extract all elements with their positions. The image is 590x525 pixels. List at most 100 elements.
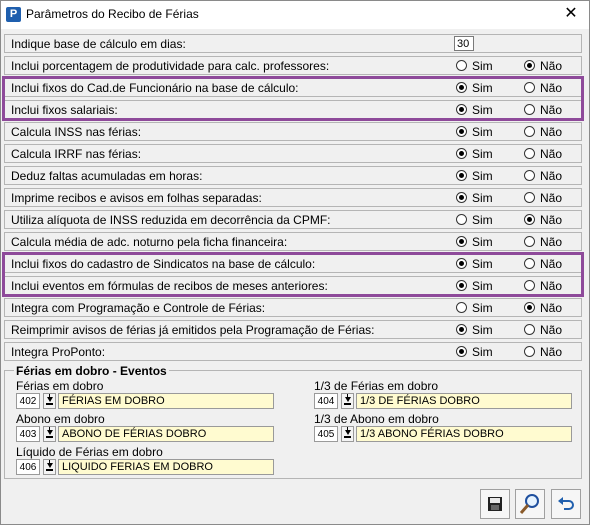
undo-icon	[558, 497, 574, 510]
row-label: Deduz faltas acumuladas em horas:	[11, 169, 203, 183]
terco-abono-dobro-code[interactable]: 405	[314, 426, 338, 442]
row-label: Integra ProPonto:	[11, 345, 106, 359]
magnifier-icon	[519, 494, 539, 514]
radio-label: Não	[540, 235, 563, 249]
row-label: Imprime recibos e avisos em folhas separ…	[11, 191, 262, 205]
row-label: Inclui eventos em fórmulas de recibos de…	[11, 279, 328, 293]
radio-label: Sim	[472, 235, 493, 249]
download-icon[interactable]	[43, 393, 56, 409]
row-label: Calcula média de adc. noturno pela ficha…	[11, 235, 288, 249]
radio-label: Não	[540, 81, 563, 95]
radio-circle	[524, 148, 535, 159]
row-label: Calcula IRRF nas férias:	[11, 147, 142, 161]
option-row: Calcula INSS nas férias: Sim Não	[4, 122, 582, 141]
radio-circle	[524, 280, 535, 291]
radio-circle	[524, 170, 535, 181]
radio-label: Sim	[472, 169, 493, 183]
radio-circle	[524, 82, 535, 93]
radio-circle	[524, 346, 535, 357]
close-button[interactable]: ✕	[563, 5, 579, 23]
terco-ferias-dobro-desc[interactable]: 1/3 DE FÉRIAS DOBRO	[356, 393, 572, 409]
terco-ferias-dobro-code[interactable]: 404	[314, 393, 338, 409]
radio-circle	[524, 214, 535, 225]
terco-abono-dobro-desc[interactable]: 1/3 ABONO FÉRIAS DOBRO	[356, 426, 572, 442]
radio-label: Não	[540, 103, 563, 117]
radio-circle	[524, 60, 535, 71]
abono-dobro-label: Abono em dobro	[16, 412, 105, 426]
radio-label: Sim	[472, 213, 493, 227]
radio-circle	[524, 258, 535, 269]
radio-label: Sim	[472, 147, 493, 161]
radio-label: Sim	[472, 81, 493, 95]
liquido-ferias-dobro-code[interactable]: 406	[16, 459, 40, 475]
row-label: Inclui fixos do Cad.de Funcionário na ba…	[11, 81, 299, 95]
radio-label: Não	[540, 257, 563, 271]
undo-button[interactable]	[551, 489, 581, 519]
option-row: Inclui fixos do Cad.de Funcionário na ba…	[4, 78, 582, 97]
radio-label: Não	[540, 345, 563, 359]
row-base-calculo: Indique base de cálculo em dias: 30	[4, 34, 582, 53]
radio-circle	[456, 258, 467, 269]
radio-label: Não	[540, 279, 563, 293]
download-icon[interactable]	[341, 393, 354, 409]
row-label: Indique base de cálculo em dias:	[11, 37, 186, 51]
abono-dobro-code[interactable]: 403	[16, 426, 40, 442]
option-row: Deduz faltas acumuladas em horas: Sim Não	[4, 166, 582, 185]
radio-label: Não	[540, 169, 563, 183]
radio-circle	[456, 236, 467, 247]
option-row: Inclui fixos salariais: Sim Não	[4, 100, 582, 119]
parametros-window: P Parâmetros do Recibo de Férias ✕ Indiq…	[0, 0, 590, 525]
terco-abono-dobro-label: 1/3 de Abono em dobro	[314, 412, 439, 426]
radio-circle	[456, 148, 467, 159]
radio-label: Sim	[472, 323, 493, 337]
save-button[interactable]	[480, 489, 510, 519]
radio-circle	[456, 214, 467, 225]
abono-dobro-desc[interactable]: ABONO DE FÉRIAS DOBRO	[58, 426, 274, 442]
radio-circle	[524, 236, 535, 247]
radio-circle	[524, 104, 535, 115]
radio-circle	[456, 280, 467, 291]
radio-label: Sim	[472, 301, 493, 315]
search-button[interactable]	[515, 489, 545, 519]
eventos-group-title: Férias em dobro - Eventos	[14, 364, 169, 378]
radio-label: Não	[540, 147, 563, 161]
option-row: Inclui porcentagem de produtividade para…	[4, 56, 582, 75]
radio-circle	[524, 324, 535, 335]
radio-circle	[456, 126, 467, 137]
app-icon: P	[6, 7, 21, 22]
radio-circle	[456, 60, 467, 71]
download-icon[interactable]	[341, 426, 354, 442]
ferias-dobro-label: Férias em dobro	[16, 379, 104, 393]
option-row: Integra com Programação e Controle de Fé…	[4, 298, 582, 317]
download-icon[interactable]	[43, 459, 56, 475]
radio-label: Sim	[472, 59, 493, 73]
ferias-dobro-code[interactable]: 402	[16, 393, 40, 409]
option-row: Inclui fixos do cadastro de Sindicatos n…	[4, 254, 582, 273]
option-row: Reimprimir avisos de férias já emitidos …	[4, 320, 582, 339]
window-title: Parâmetros do Recibo de Férias	[26, 7, 199, 21]
radio-circle	[456, 324, 467, 335]
radio-label: Sim	[472, 191, 493, 205]
radio-label: Não	[540, 301, 563, 315]
radio-circle	[456, 346, 467, 357]
radio-circle	[524, 126, 535, 137]
row-label: Utiliza alíquota de INSS reduzida em dec…	[11, 213, 331, 227]
option-row: Inclui eventos em fórmulas de recibos de…	[4, 276, 582, 295]
days-input[interactable]: 30	[454, 36, 474, 51]
option-row: Utiliza alíquota de INSS reduzida em dec…	[4, 210, 582, 229]
liquido-ferias-dobro-label: Líquido de Férias em dobro	[16, 445, 163, 459]
radio-label: Não	[540, 191, 563, 205]
radio-circle	[524, 192, 535, 203]
radio-circle	[456, 192, 467, 203]
row-label: Inclui fixos salariais:	[11, 103, 118, 117]
option-row: Calcula média de adc. noturno pela ficha…	[4, 232, 582, 251]
download-icon[interactable]	[43, 426, 56, 442]
radio-label: Não	[540, 323, 563, 337]
terco-ferias-dobro-label: 1/3 de Férias em dobro	[314, 379, 439, 393]
radio-label: Sim	[472, 125, 493, 139]
option-row: Integra ProPonto: Sim Não	[4, 342, 582, 361]
row-label: Integra com Programação e Controle de Fé…	[11, 301, 266, 315]
liquido-ferias-dobro-desc[interactable]: LIQUIDO FERIAS EM DOBRO	[58, 459, 274, 475]
ferias-dobro-desc[interactable]: FÉRIAS EM DOBRO	[58, 393, 274, 409]
row-label: Calcula INSS nas férias:	[11, 125, 142, 139]
